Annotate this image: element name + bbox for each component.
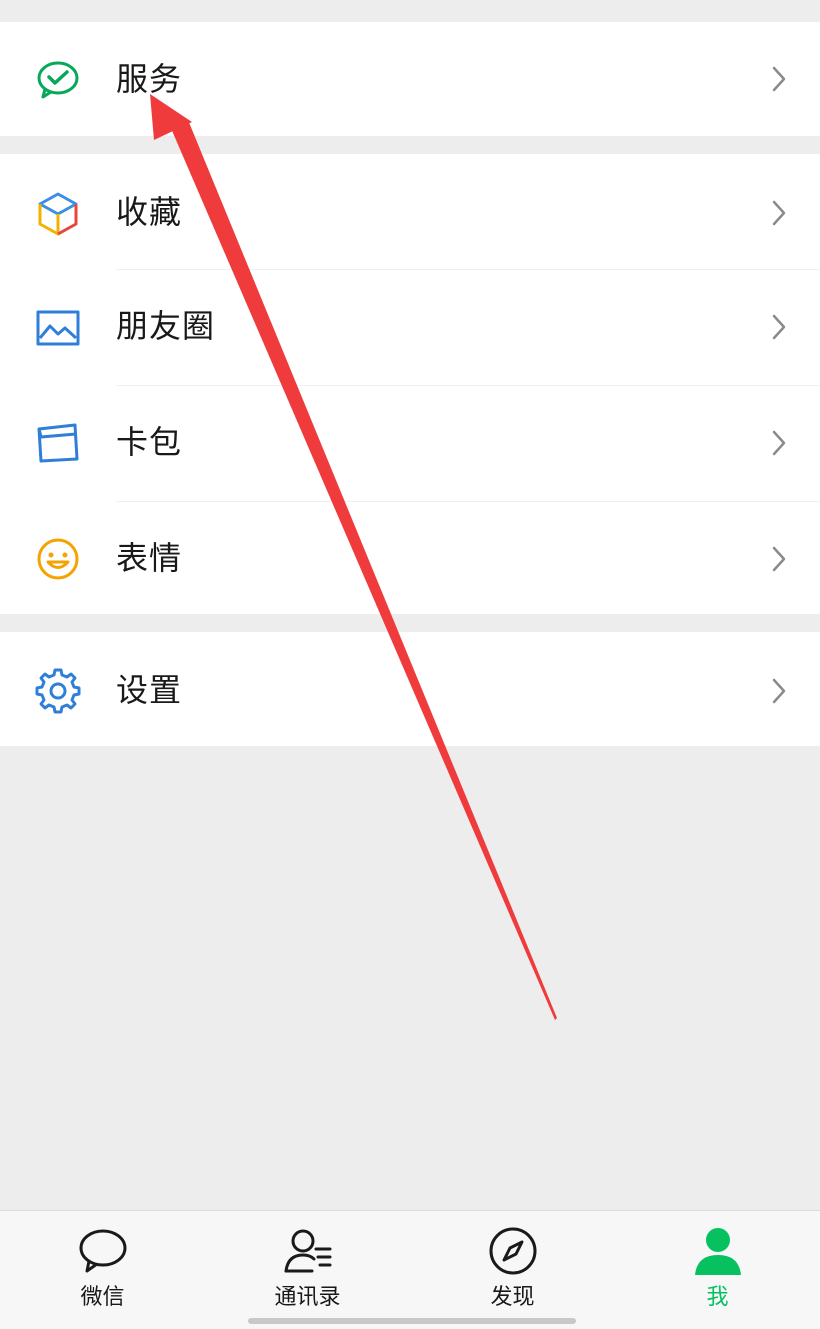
- chevron-right-icon: [772, 314, 786, 340]
- chevron-right-icon: [772, 66, 786, 92]
- menu-item-settings[interactable]: 设置: [0, 632, 820, 746]
- wechat-pay-icon: [37, 61, 79, 99]
- menu-item-service-label: 服务: [116, 60, 183, 98]
- menu-item-settings-label: 设置: [116, 671, 183, 709]
- home-indicator: [248, 1318, 576, 1324]
- tab-discover-label: 发现: [490, 1285, 535, 1310]
- chevron-right-icon: [772, 430, 786, 456]
- contacts-icon: [284, 1229, 332, 1273]
- chevron-right-icon: [772, 200, 786, 226]
- settings-group: 设置: [0, 632, 820, 746]
- menu-item-stickers-label: 表情: [116, 539, 183, 577]
- menu-item-moments[interactable]: 朋友圈: [0, 270, 820, 384]
- image-icon: [36, 310, 80, 346]
- compass-icon: [489, 1227, 537, 1275]
- menu-item-stickers[interactable]: 表情: [0, 502, 820, 616]
- tab-discover[interactable]: 发现: [410, 1211, 615, 1329]
- tab-contacts[interactable]: 通讯录: [205, 1211, 410, 1329]
- service-group: 服务: [0, 22, 820, 136]
- cube-icon: [38, 192, 78, 236]
- menu-item-favorites-label: 收藏: [116, 193, 183, 231]
- card-wallet-icon: [37, 423, 79, 463]
- bottom-tab-bar: 微信 通讯录 发现 我: [0, 1210, 820, 1329]
- main-group: 收藏 朋友圈 卡包 表情: [0, 154, 820, 614]
- chat-bubble-icon: [79, 1229, 127, 1273]
- tab-chats-label: 微信: [80, 1285, 125, 1310]
- tab-chats[interactable]: 微信: [0, 1211, 205, 1329]
- tab-me[interactable]: 我: [615, 1211, 820, 1329]
- smiley-icon: [37, 538, 79, 580]
- gear-icon: [35, 668, 81, 714]
- menu-item-cards[interactable]: 卡包: [0, 386, 820, 500]
- person-icon: [695, 1228, 741, 1275]
- menu-item-service[interactable]: 服务: [0, 22, 820, 136]
- tab-me-label: 我: [706, 1285, 729, 1310]
- chevron-right-icon: [772, 546, 786, 572]
- tab-contacts-label: 通讯录: [274, 1285, 341, 1310]
- chevron-right-icon: [772, 678, 786, 704]
- menu-item-cards-label: 卡包: [116, 423, 183, 461]
- menu-item-favorites[interactable]: 收藏: [0, 154, 820, 268]
- menu-item-moments-label: 朋友圈: [116, 307, 216, 345]
